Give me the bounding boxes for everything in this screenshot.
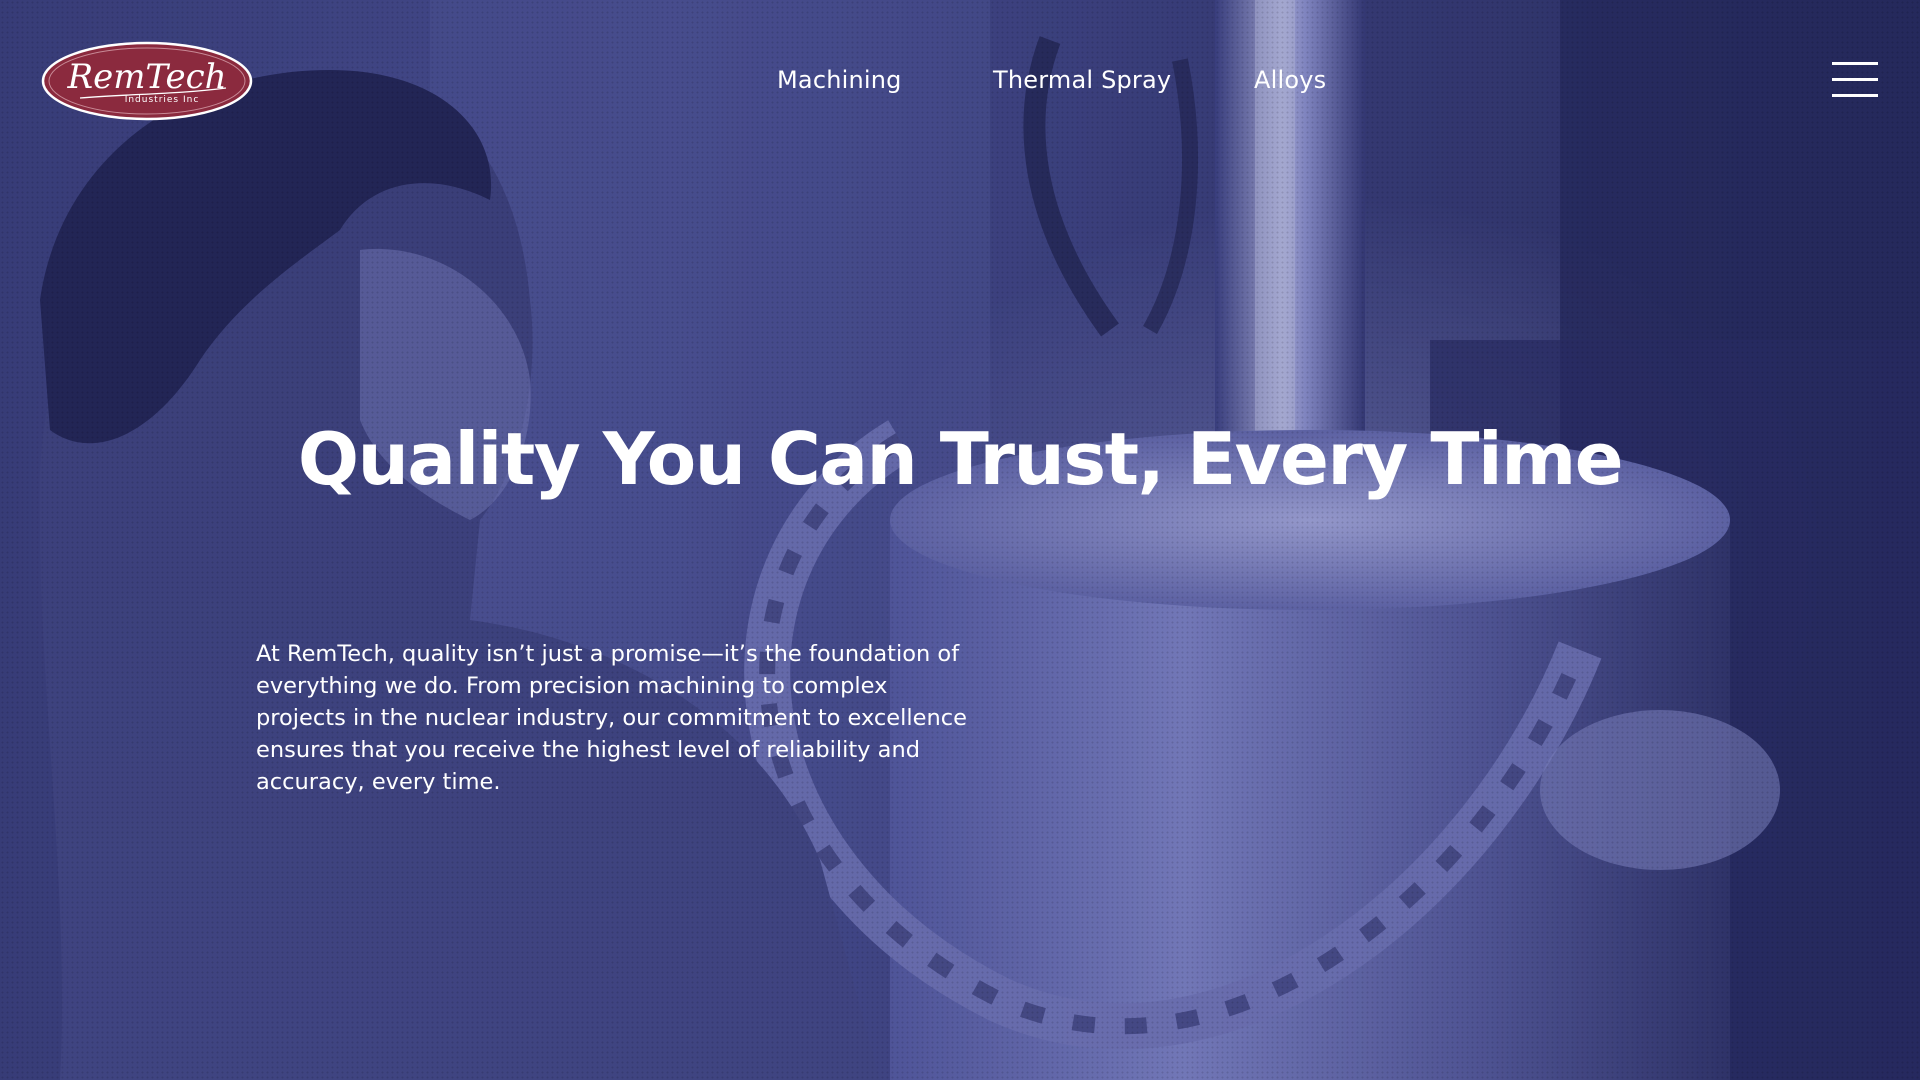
hero-headline: Quality You Can Trust, Every Time [297,417,1624,501]
main-navigation: Machining Thermal Spray Alloys [0,62,1920,98]
nav-link-alloys[interactable]: Alloys [1254,62,1326,98]
nav-link-machining[interactable]: Machining [777,62,902,98]
menu-bar-middle [1832,78,1878,81]
nav-link-thermal-spray[interactable]: Thermal Spray [993,62,1171,98]
hero-background-image [0,0,1920,1080]
menu-bar-top [1832,62,1878,65]
hamburger-menu-icon[interactable] [1830,58,1880,102]
hero-intro-paragraph: At RemTech, quality isn’t just a promise… [256,641,967,795]
hero-section: RemTech Industries Inc Machining Thermal… [0,0,1920,1080]
menu-bar-bottom [1832,94,1878,97]
hero-dot-texture [0,0,1920,1080]
